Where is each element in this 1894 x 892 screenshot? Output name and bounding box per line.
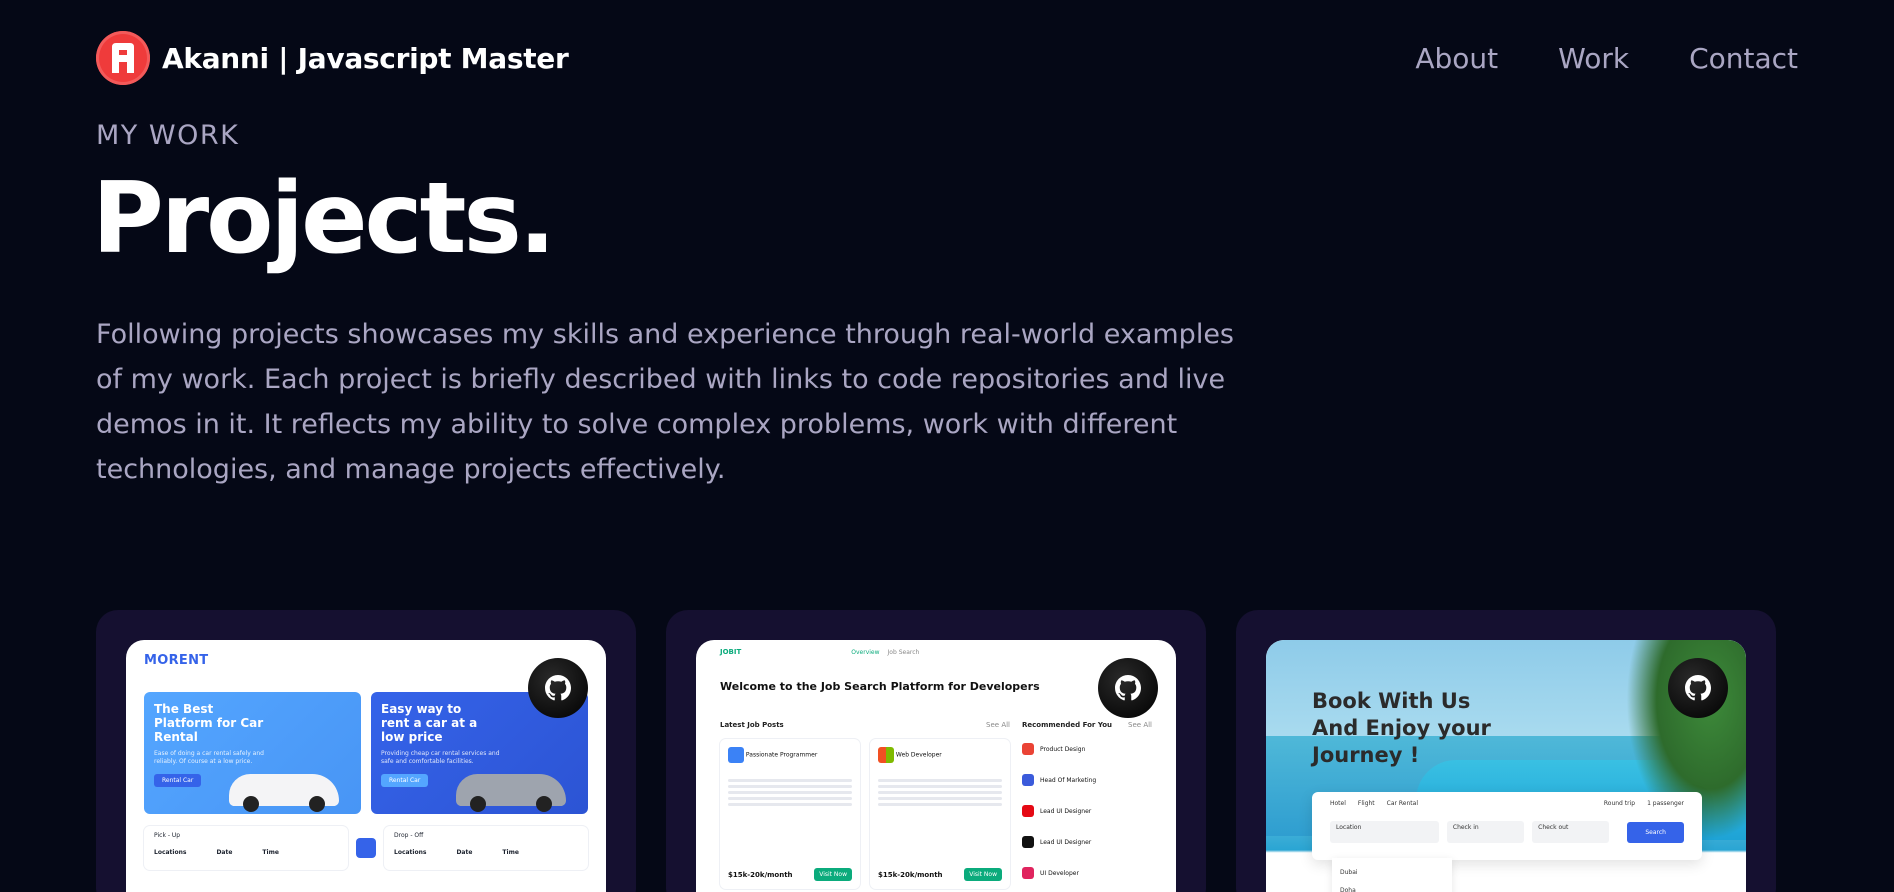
preview-banner-button: Rental Car	[154, 774, 202, 787]
preview-banner-subtitle: Ease of doing a car rental safely and re…	[154, 750, 264, 765]
preview-banner-title: Easy way to rent a car at a low price	[381, 702, 478, 744]
preview-date-label: Date	[456, 849, 473, 856]
swap-icon	[356, 838, 376, 858]
preview-location: Location	[1330, 821, 1439, 843]
company-icon	[1022, 743, 1034, 755]
car-image	[456, 774, 566, 812]
preview-rec-item: Lead UI Designer	[1040, 838, 1092, 846]
preview-rec-item: UI Developer	[1040, 869, 1079, 877]
preview-tab: Flight	[1357, 800, 1375, 807]
github-icon	[545, 675, 571, 701]
preview-dropdown-item: Dubai	[1340, 869, 1358, 876]
preview-pickup-box: Pick - Up Locations Date Time	[144, 826, 348, 870]
car-image	[229, 774, 339, 812]
navbar: Akanni | Javascript Master About Work Co…	[96, 28, 1798, 88]
github-button[interactable]	[528, 658, 588, 718]
preview-search: Search	[1627, 821, 1684, 843]
preview-banner-button: Rental Car	[381, 774, 429, 787]
preview-latest-label: Latest Job Posts	[720, 721, 784, 729]
preview-pickup-row: Pick - Up Locations Date Time Drop - Off…	[126, 814, 606, 870]
preview-passenger: 1 passenger	[1647, 800, 1684, 807]
company-icon	[1022, 774, 1034, 786]
project-image-travel: Book With Us And Enjoy your Journey ! Ho…	[1266, 640, 1746, 892]
github-icon	[1685, 675, 1711, 701]
section-intro: Following projects showcases my skills a…	[96, 319, 1234, 485]
preview-job-apply: Visit Now	[814, 868, 852, 881]
company-icon	[878, 747, 894, 763]
brand-name: Akanni | Javascript Master	[162, 41, 569, 75]
preview-banner-subtitle: Providing cheap car rental services and …	[381, 750, 500, 765]
preview-time-label: Time	[262, 849, 279, 856]
preview-job-card: Passionate Programmer $15k-20k/month Vis…	[720, 739, 860, 889]
preview-dropdown: Dubai Doha	[1332, 858, 1452, 892]
preview-job-apply: Visit Now	[964, 868, 1002, 881]
nav-link-work[interactable]: Work	[1558, 42, 1629, 75]
preview-tabs: Overview Job Search	[851, 649, 919, 656]
preview-job-title: Web Developer	[895, 751, 942, 759]
preview-logo: MORENT	[144, 652, 209, 668]
nav-link-about[interactable]: About	[1415, 42, 1498, 75]
preview-check-out: Check out	[1532, 821, 1610, 843]
preview-tab: Job Search	[887, 648, 920, 656]
company-icon	[1022, 836, 1034, 848]
brand-link[interactable]: Akanni | Javascript Master	[96, 31, 569, 85]
preview-rec-item: Head Of Marketing	[1040, 776, 1097, 784]
preview-job-card: Web Developer $15k-20k/month Visit Now	[870, 739, 1010, 889]
nav-links: About Work Contact	[1415, 42, 1798, 75]
preview-banner-title: The Best Platform for Car Rental	[154, 702, 264, 744]
preview-see-all: See All	[986, 721, 1010, 729]
project-card: MORENT The Best Platform for Car Rental …	[96, 610, 636, 892]
preview-pickup-label: Pick - Up	[154, 832, 181, 839]
project-image-morent: MORENT The Best Platform for Car Rental …	[126, 640, 606, 892]
preview-check-in: Check in	[1446, 821, 1525, 843]
preview-trip-type: Round trip	[1603, 800, 1636, 807]
preview-tab: Car Rental	[1386, 800, 1418, 807]
preview-dropdown-item: Doha	[1340, 887, 1356, 892]
preview-job-pay: $15k-20k/month	[878, 871, 943, 879]
preview-rec-item: Lead UI Designer	[1040, 807, 1092, 815]
preview-banner: The Best Platform for Car Rental Ease of…	[144, 692, 361, 814]
company-icon	[1022, 805, 1034, 817]
preview-tab: Overview	[851, 648, 880, 656]
project-image-jobit: JOBIT Overview Job Search Welcome to the…	[696, 640, 1176, 892]
preview-job-pay: $15k-20k/month	[728, 871, 793, 879]
nav-link-contact[interactable]: Contact	[1689, 42, 1798, 75]
preview-job-title: Passionate Programmer	[745, 751, 818, 759]
preview-header: JOBIT Overview Job Search	[696, 640, 1176, 664]
preview-dropoff-label: Drop - Off	[394, 832, 424, 839]
section-eyebrow: MY WORK	[96, 120, 240, 151]
project-card: Book With Us And Enjoy your Journey ! Ho…	[1236, 610, 1776, 892]
logo-icon	[96, 31, 150, 85]
preview-time-label: Time	[502, 849, 519, 856]
github-button[interactable]	[1668, 658, 1728, 718]
preview-logo: JOBIT	[720, 648, 742, 656]
preview-tab: Hotel	[1330, 800, 1346, 807]
project-list: MORENT The Best Platform for Car Rental …	[96, 610, 1776, 892]
company-icon	[728, 747, 744, 763]
preview-locations-label: Locations	[394, 849, 427, 856]
preview-see-all: See All	[1128, 721, 1152, 729]
preview-rec-item: Product Design	[1040, 745, 1086, 753]
github-icon	[1115, 675, 1141, 701]
preview-recommended-label: Recommended For You	[1022, 721, 1113, 729]
preview-columns: Latest Job Posts See All Passionate Prog…	[696, 693, 1176, 889]
preview-title: Book With Us And Enjoy your Journey !	[1312, 689, 1491, 767]
preview-locations-label: Locations	[154, 849, 187, 856]
page-title: Projects.	[92, 162, 556, 276]
preview-recommended: Recommended For You See All Product Desi…	[1022, 721, 1152, 889]
preview-booking-panel: Hotel Flight Car Rental Round trip 1 pas…	[1312, 792, 1702, 860]
project-card: JOBIT Overview Job Search Welcome to the…	[666, 610, 1206, 892]
preview-dropoff-box: Drop - Off Locations Date Time	[384, 826, 588, 870]
preview-date-label: Date	[216, 849, 233, 856]
company-icon	[1022, 867, 1034, 879]
preview-latest-posts: Latest Job Posts See All Passionate Prog…	[720, 721, 1010, 889]
github-button[interactable]	[1098, 658, 1158, 718]
